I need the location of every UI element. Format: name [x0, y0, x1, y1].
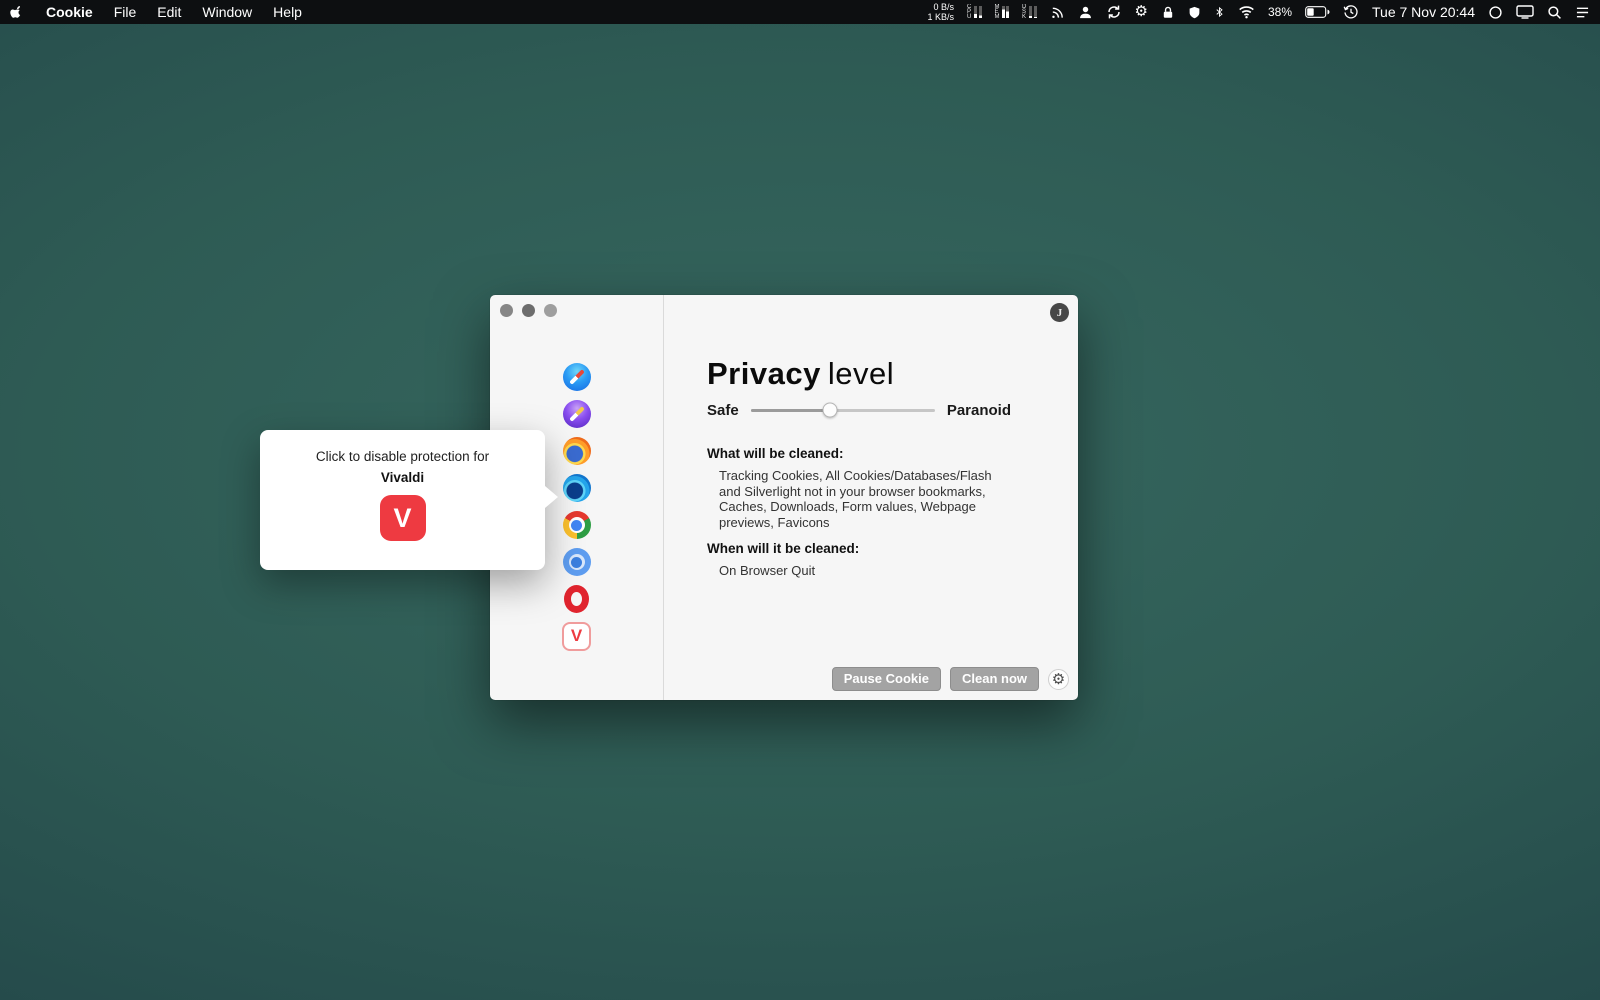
clean-now-button[interactable]: Clean now — [950, 667, 1039, 691]
menu-file[interactable]: File — [114, 4, 137, 20]
privacy-level-slider-row: Safe Paranoid — [707, 400, 1011, 420]
tooltip-browser-name: Vivaldi — [260, 470, 545, 485]
display-icon[interactable] — [1516, 3, 1534, 21]
tooltip-vivaldi-icon: V — [380, 495, 426, 541]
sidebar-item-firefox[interactable] — [562, 436, 592, 466]
page-title: Privacylevel — [707, 357, 1011, 391]
privacy-slider-thumb[interactable] — [822, 403, 837, 418]
cpu-meter[interactable]: CPU — [967, 5, 982, 20]
user-icon[interactable] — [1078, 3, 1093, 21]
menubar-app-name[interactable]: Cookie — [46, 4, 93, 20]
slider-label-safe: Safe — [707, 402, 739, 419]
menu-help[interactable]: Help — [273, 4, 302, 20]
sidebar-item-safari-tech-preview[interactable] — [562, 399, 592, 429]
what-cleaned-title: What will be cleaned: — [707, 446, 1011, 461]
apple-menu-icon[interactable] — [10, 4, 25, 20]
what-cleaned-body: Tracking Cookies, All Cookies/Databases/… — [707, 468, 1011, 530]
chrome-icon — [563, 511, 591, 539]
time-machine-icon[interactable] — [1343, 3, 1359, 21]
battery-percentage: 38% — [1268, 5, 1292, 19]
sidebar-item-vivaldi-selected[interactable]: V — [562, 621, 592, 651]
net-up-speed: 0 B/s — [934, 2, 955, 12]
sidebar-item-chromium[interactable] — [562, 547, 592, 577]
gear-menu-icon[interactable]: ⚙ — [1135, 3, 1148, 21]
lock-icon[interactable] — [1161, 3, 1175, 21]
disk-meter[interactable]: DSK — [1022, 5, 1037, 20]
firefox-icon — [563, 437, 591, 465]
cpu-meter-bars — [974, 6, 982, 18]
sidebar-item-opera[interactable] — [562, 584, 592, 614]
battery-fill — [1307, 8, 1314, 16]
menubar-clock[interactable]: Tue 7 Nov 20:44 — [1372, 4, 1475, 20]
bluetooth-icon[interactable] — [1214, 3, 1225, 21]
settings-gear-button[interactable]: ⚙ — [1048, 669, 1069, 690]
menu-bar: Cookie File Edit Window Help 0 B/s 1 KB/… — [0, 0, 1600, 24]
when-cleaned-body: On Browser Quit — [707, 563, 1011, 579]
battery-icon[interactable] — [1305, 3, 1330, 21]
mem-meter-label: MEM — [995, 5, 1000, 20]
safari-tech-preview-icon — [563, 400, 591, 428]
net-down-speed: 1 KB/s — [928, 12, 955, 22]
shield-icon[interactable] — [1188, 3, 1201, 21]
chromium-icon — [563, 548, 591, 576]
slider-label-paranoid: Paranoid — [947, 402, 1011, 419]
network-speed-indicator[interactable]: 0 B/s 1 KB/s — [928, 2, 955, 22]
page-title-light: level — [828, 356, 894, 391]
privacy-panel: Privacylevel Safe Paranoid What will be … — [664, 295, 1078, 700]
mem-meter[interactable]: MEM — [995, 5, 1010, 20]
search-icon[interactable] — [1547, 3, 1562, 21]
disk-meter-bars — [1029, 6, 1037, 18]
desktop-background: Cookie File Edit Window Help 0 B/s 1 KB/… — [0, 0, 1600, 1000]
protection-tooltip: Click to disable protection for Vivaldi … — [260, 430, 545, 570]
opera-icon — [564, 585, 589, 613]
pause-cookie-button[interactable]: Pause Cookie — [832, 667, 941, 691]
firefox-developer-icon — [563, 474, 591, 502]
menu-window[interactable]: Window — [202, 4, 252, 20]
page-title-bold: Privacy — [707, 356, 821, 391]
disk-meter-label: DSK — [1022, 5, 1027, 20]
cpu-meter-label: CPU — [967, 5, 972, 20]
focus-ring-icon[interactable] — [1488, 3, 1503, 21]
sync-icon[interactable] — [1106, 3, 1122, 21]
tooltip-text: Click to disable protection for — [260, 449, 545, 464]
notification-center-icon[interactable] — [1575, 3, 1590, 21]
sidebar-item-firefox-developer[interactable] — [562, 473, 592, 503]
mem-meter-bars — [1002, 6, 1010, 18]
privacy-slider-track[interactable] — [751, 409, 935, 412]
network-fan-icon[interactable] — [1050, 3, 1065, 21]
vivaldi-icon: V — [562, 622, 591, 651]
window-button-row: Pause Cookie Clean now ⚙ — [832, 667, 1069, 691]
when-cleaned-title: When will it be cleaned: — [707, 541, 1011, 556]
cookie-app-window: J — [490, 295, 1078, 700]
menu-edit[interactable]: Edit — [157, 4, 181, 20]
sidebar-item-chrome[interactable] — [562, 510, 592, 540]
safari-icon — [563, 363, 591, 391]
privacy-slider-fill — [751, 409, 830, 412]
wifi-icon[interactable] — [1238, 3, 1255, 21]
sidebar-item-safari[interactable] — [562, 362, 592, 392]
